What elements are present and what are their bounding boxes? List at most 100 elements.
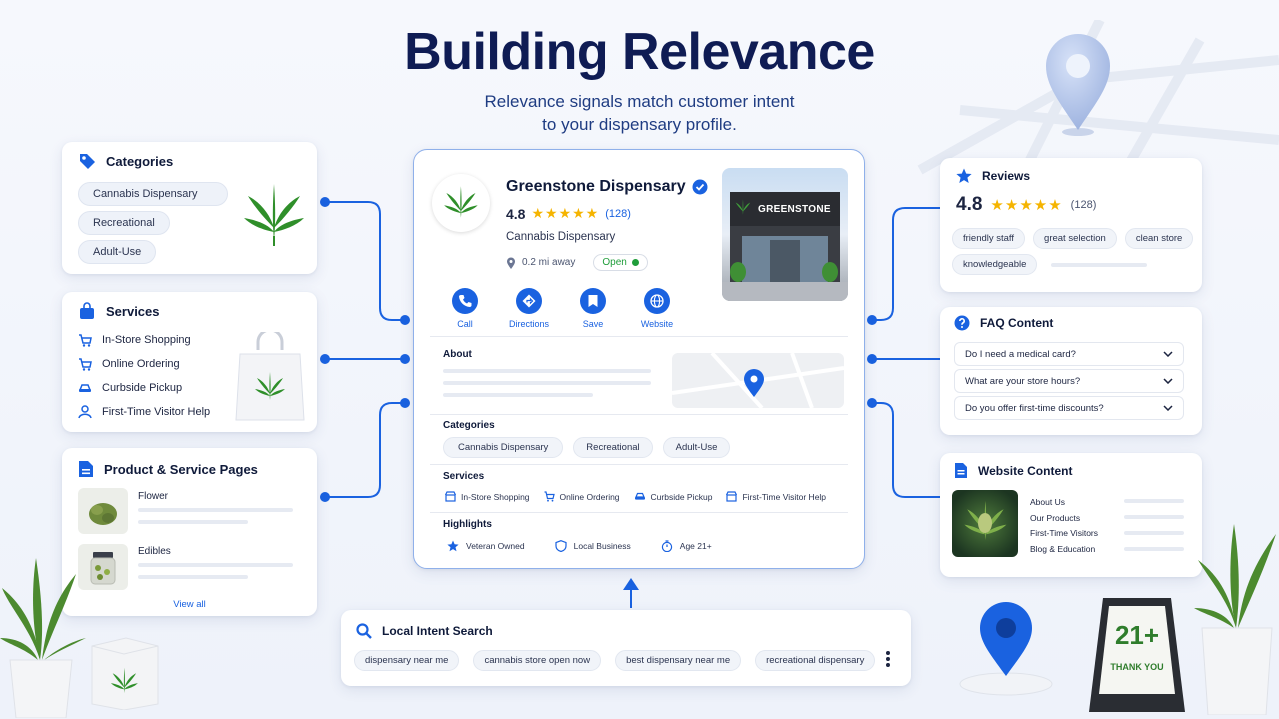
- faq-card: FAQ Content Do I need a medical card? Wh…: [940, 307, 1202, 435]
- service-label: In-Store Shopping: [102, 334, 191, 346]
- website-link[interactable]: About Us: [1030, 495, 1098, 511]
- storefront-sign: GREENSTONE: [758, 204, 831, 215]
- business-logo: [432, 174, 490, 232]
- placeholder-line: [1051, 262, 1148, 267]
- service-label: First-Time Visitor Help: [102, 406, 211, 418]
- potted-plant-right: [1194, 524, 1276, 715]
- review-tag[interactable]: great selection: [1033, 228, 1117, 249]
- cannabis-leaf-icon: [244, 184, 304, 246]
- category-pill[interactable]: Adult-Use: [78, 240, 157, 264]
- review-count[interactable]: (128): [605, 208, 631, 220]
- product-pages-card: Product & Service Pages Flower Edibles V…: [62, 448, 317, 616]
- website-content-title: Website Content: [978, 463, 1073, 478]
- phone-icon: [459, 295, 472, 307]
- cannabis-plant-icon: [964, 500, 1007, 540]
- directions-button[interactable]: Directions: [499, 288, 559, 329]
- sign-frame-icon: [1089, 598, 1185, 712]
- category-chip[interactable]: Cannabis Dispensary: [443, 437, 564, 458]
- call-label: Call: [457, 319, 473, 329]
- service-chip: First-Time Visitor Help: [726, 491, 826, 502]
- location-pin-icon: [507, 257, 515, 269]
- service-item: Online Ordering: [78, 352, 210, 376]
- review-tag[interactable]: friendly staff: [952, 228, 1026, 249]
- website-label: Website: [640, 319, 674, 329]
- website-link[interactable]: First-Time Visitors: [1030, 526, 1098, 542]
- sign-age-text: 21+: [1114, 620, 1160, 650]
- reviews-card: Reviews 4.8 ★★★★★ (128) friendly staff g…: [940, 158, 1202, 292]
- shopping-bag-illustration: [235, 332, 305, 421]
- page-item-label[interactable]: Flower: [138, 491, 168, 502]
- age-sign: 21+ THANK YOU: [1087, 596, 1187, 714]
- highlight-chip: Veteran Owned: [447, 540, 525, 552]
- star-icon: [447, 540, 459, 552]
- product-pages-title: Product & Service Pages: [104, 461, 258, 477]
- reviews-rating: 4.8: [956, 194, 983, 215]
- faq-item[interactable]: Do you offer first-time discounts?: [954, 396, 1184, 420]
- divider: [430, 336, 848, 337]
- divider: [430, 464, 848, 465]
- service-label: Curbside Pickup: [102, 382, 183, 394]
- chevron-down-icon: [1163, 378, 1173, 384]
- category-chip[interactable]: Recreational: [573, 437, 653, 458]
- view-all-link[interactable]: View all: [62, 599, 317, 610]
- service-label: Online Ordering: [102, 358, 180, 370]
- open-status-badge: Open: [593, 254, 648, 271]
- document-icon: [955, 463, 967, 478]
- services-title: Services: [106, 303, 160, 319]
- person-icon: [78, 405, 92, 419]
- faq-item[interactable]: What are your store hours?: [954, 369, 1184, 393]
- search-query-chip[interactable]: cannabis store open now: [473, 650, 602, 671]
- about-heading: About: [443, 349, 472, 360]
- service-item: First-Time Visitor Help: [78, 400, 210, 424]
- divider: [430, 414, 848, 415]
- more-options-icon[interactable]: [885, 650, 891, 668]
- cart-icon: [79, 334, 92, 347]
- directions-label: Directions: [508, 319, 549, 329]
- highlights-heading: Highlights: [443, 519, 492, 530]
- website-link[interactable]: Blog & Education: [1030, 542, 1098, 558]
- faq-item[interactable]: Do I need a medical card?: [954, 342, 1184, 366]
- tag-icon: [80, 154, 95, 169]
- faq-question: What are your store hours?: [965, 375, 1081, 387]
- storefront-photo: GREENSTONE: [722, 168, 848, 301]
- highlight-label: Veteran Owned: [466, 541, 525, 551]
- storefront-building-icon: [722, 192, 848, 301]
- storefront-icon: [445, 491, 456, 502]
- plant-photo: [952, 490, 1018, 557]
- star-rating-icon: ★★★★★: [531, 205, 600, 221]
- categories-title: Categories: [106, 153, 174, 169]
- search-query-chip[interactable]: recreational dispensary: [755, 650, 876, 671]
- page-item-label[interactable]: Edibles: [138, 546, 171, 557]
- status-text: Open: [602, 257, 627, 268]
- sign-thank-you-text: THANK YOU: [1110, 662, 1164, 672]
- category-pill[interactable]: Recreational: [78, 211, 170, 235]
- search-query-chip[interactable]: dispensary near me: [354, 650, 460, 671]
- service-chip: Curbside Pickup: [634, 491, 712, 502]
- services-card: Services In-Store Shopping Online Orderi…: [62, 292, 317, 432]
- document-icon: [79, 461, 93, 477]
- shopping-bag-icon: [80, 302, 94, 319]
- business-name: Greenstone Dispensary: [506, 178, 686, 195]
- website-link[interactable]: Our Products: [1030, 511, 1098, 527]
- save-button[interactable]: Save: [563, 288, 623, 329]
- location-pin-icon: [959, 602, 1053, 696]
- shield-icon: [555, 540, 567, 552]
- website-button[interactable]: Website: [627, 288, 687, 329]
- local-search-card: Local Intent Search dispensary near me c…: [341, 610, 911, 686]
- service-chip: In-Store Shopping: [445, 491, 530, 502]
- highlight-label: Local Business: [573, 541, 631, 551]
- reviews-count: (128): [1070, 199, 1097, 211]
- chevron-down-icon: [1163, 351, 1173, 357]
- car-icon: [78, 384, 92, 392]
- call-button[interactable]: Call: [435, 288, 495, 329]
- highlight-chip: Local Business: [555, 540, 631, 552]
- categories-heading: Categories: [443, 420, 495, 431]
- review-tag[interactable]: knowledgeable: [952, 254, 1038, 275]
- category-chip[interactable]: Adult-Use: [662, 437, 731, 458]
- directions-icon: [522, 294, 536, 308]
- timer-icon: [661, 540, 672, 552]
- map-thumbnail[interactable]: [672, 353, 844, 408]
- search-query-chip[interactable]: best dispensary near me: [615, 650, 742, 671]
- category-pill[interactable]: Cannabis Dispensary: [78, 182, 228, 206]
- review-tag[interactable]: clean store: [1124, 228, 1194, 249]
